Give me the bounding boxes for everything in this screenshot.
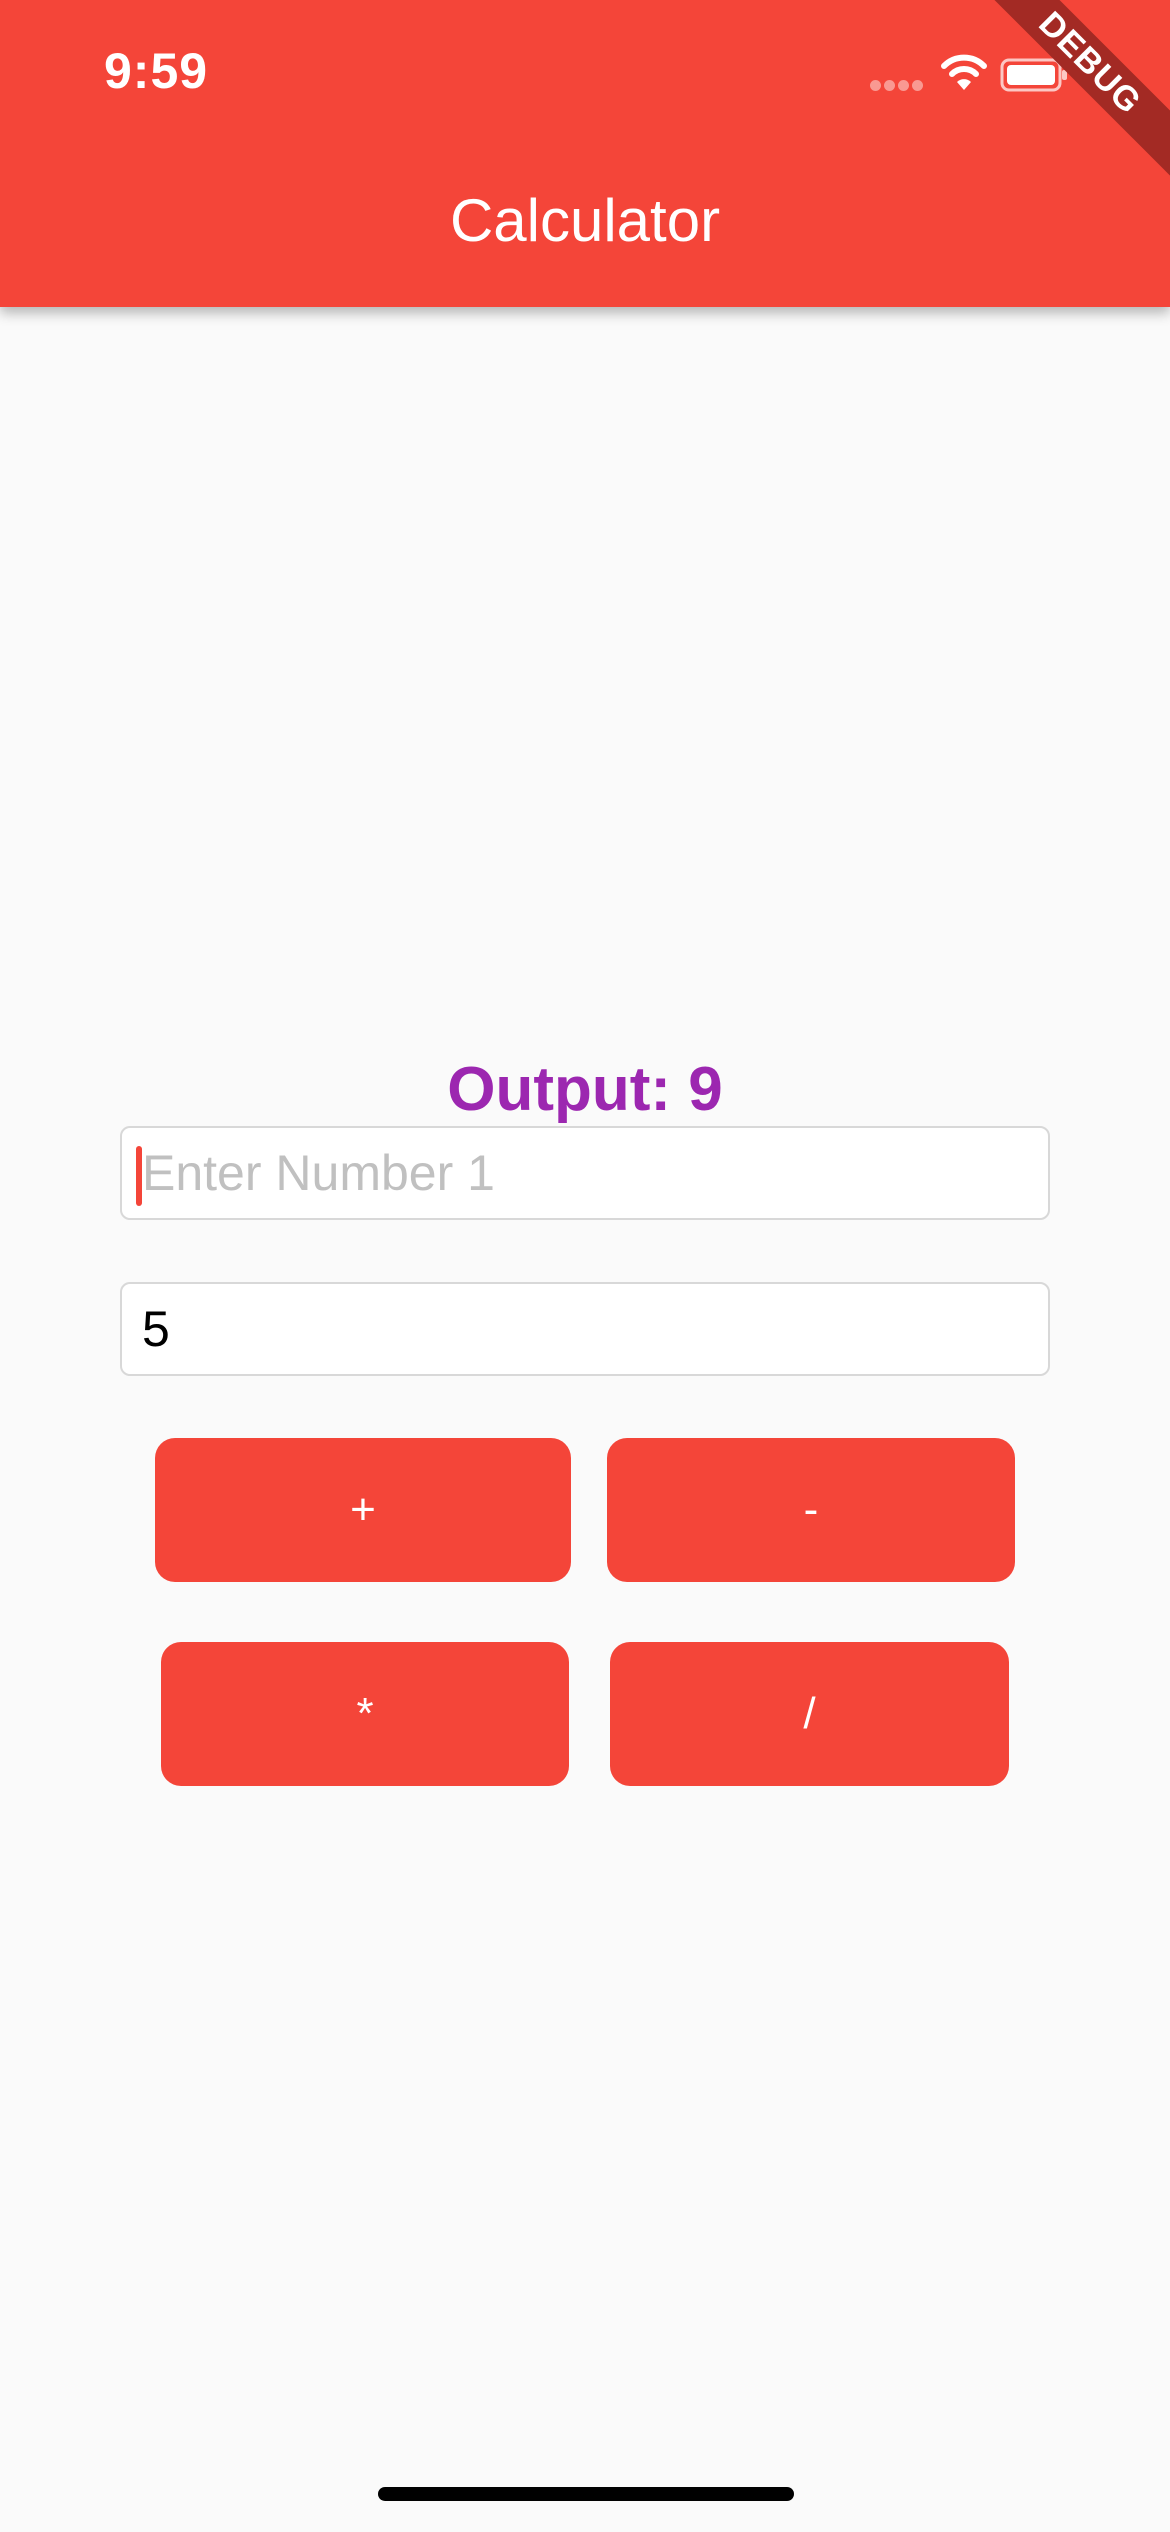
text-cursor <box>136 1146 142 1206</box>
subtract-button[interactable]: - <box>607 1438 1015 1582</box>
app-bar: 9:59 Calculator <box>0 0 1170 307</box>
wifi-icon <box>941 54 987 90</box>
multiply-button[interactable]: * <box>161 1642 569 1786</box>
add-button[interactable]: + <box>155 1438 571 1582</box>
page-title: Calculator <box>449 187 721 254</box>
home-indicator[interactable] <box>378 2487 794 2501</box>
signal-icon <box>870 78 926 96</box>
number1-input[interactable] <box>122 1128 1048 1218</box>
number2-field[interactable] <box>120 1282 1050 1376</box>
number2-input[interactable] <box>122 1284 1048 1374</box>
status-time: 9:59 <box>104 43 209 99</box>
output-label: Output: 9 <box>447 1055 723 1124</box>
divide-button[interactable]: / <box>610 1642 1009 1786</box>
number1-field[interactable] <box>120 1126 1050 1220</box>
